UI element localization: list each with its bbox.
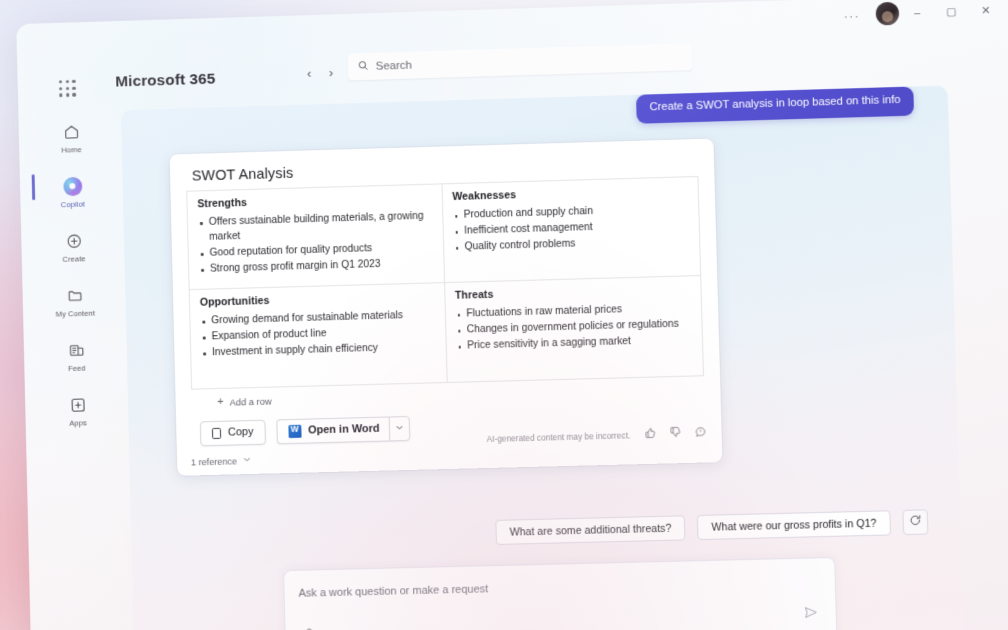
avatar[interactable]	[875, 1, 900, 26]
open-in-word-caret[interactable]	[388, 415, 410, 442]
sidebar-item-apps[interactable]: Apps	[49, 390, 107, 431]
quadrant-heading: Weaknesses	[452, 189, 517, 204]
user-message-bubble: Create a SWOT analysis in loop based on …	[636, 86, 915, 124]
sidebar-item-my-content[interactable]: My Content	[46, 281, 104, 322]
nav-back-button[interactable]: ‹	[299, 63, 319, 83]
window-more-button[interactable]: ···	[840, 6, 863, 25]
sidebar-item-label: Copilot	[60, 199, 85, 210]
refresh-icon	[909, 513, 923, 531]
create-plus-circle-icon	[63, 229, 85, 251]
quadrant-list: Fluctuations in raw material prices Chan…	[455, 301, 693, 354]
quadrant-list: Growing demand for sustainable materials…	[200, 308, 436, 361]
feedback-controls	[644, 424, 707, 444]
thumbs-down-icon[interactable]	[669, 425, 682, 443]
sidebar-item-copilot[interactable]: Copilot	[43, 171, 101, 212]
word-app-icon	[288, 424, 302, 439]
app-launcher-icon[interactable]	[57, 78, 79, 100]
quadrant-list: Production and supply chain Inefficient …	[453, 202, 691, 255]
chat-panel: Create a SWOT analysis in loop based on …	[120, 85, 964, 630]
swot-cell-strengths[interactable]: Strengths Offers sustainable building ma…	[186, 183, 445, 290]
message-composer[interactable]: Ask a work question or make a request	[283, 556, 838, 630]
sidebar-item-label: Apps	[69, 418, 87, 428]
feedback-exclamation-icon[interactable]	[694, 424, 707, 442]
sidebar-item-feed[interactable]: Feed	[47, 335, 105, 376]
sidebar-item-label: Home	[61, 145, 82, 155]
reference-toggle[interactable]: 1 reference	[191, 455, 252, 468]
copy-icon	[211, 427, 222, 439]
paperclip-icon[interactable]	[296, 625, 314, 630]
ai-disclaimer: AI-generated content may be incorrect.	[486, 430, 631, 444]
folder-icon	[64, 284, 86, 306]
list-item: Offers sustainable building materials, a…	[198, 210, 434, 246]
plus-icon: +	[217, 395, 224, 408]
app-window: ··· ‒ ▢ ✕ Microsoft 365 ‹ › Search Home …	[16, 0, 1008, 630]
search-icon	[358, 59, 369, 73]
copilot-response-card: SWOT Analysis Strengths Offers sustainab…	[169, 138, 723, 476]
reference-label: 1 reference	[190, 455, 238, 467]
sidebar-item-label: My Content	[55, 308, 96, 319]
copy-button[interactable]: Copy	[199, 419, 266, 447]
chevron-down-icon	[394, 423, 403, 434]
swot-cell-opportunities[interactable]: Opportunities Growing demand for sustain…	[189, 282, 447, 390]
refresh-suggestions-button[interactable]	[902, 509, 929, 536]
home-icon	[60, 120, 82, 142]
add-row-label: Add a row	[229, 395, 272, 408]
window-plane: ··· ‒ ▢ ✕ Microsoft 365 ‹ › Search Home …	[10, 0, 1008, 630]
sidebar-item-label: Create	[62, 254, 86, 264]
chevron-down-icon	[243, 455, 252, 466]
suggestion-chip-2[interactable]: What were our gross profits in Q1?	[697, 510, 892, 541]
feed-icon	[65, 339, 87, 361]
composer-placeholder: Ask a work question or make a request	[298, 583, 489, 600]
quadrant-heading: Threats	[454, 288, 494, 302]
sidebar: Home Copilot Create My Content Feed Apps	[40, 103, 114, 622]
send-icon[interactable]	[801, 603, 820, 622]
suggestion-chip-1[interactable]: What are some additional threats?	[495, 515, 686, 545]
swot-table: Strengths Offers sustainable building ma…	[186, 176, 704, 390]
quadrant-heading: Opportunities	[199, 294, 270, 309]
table-row: Strengths Offers sustainable building ma…	[186, 176, 701, 290]
minimize-button[interactable]: ‒	[901, 0, 934, 27]
open-in-word-label: Open in Word	[307, 423, 380, 437]
sidebar-item-create[interactable]: Create	[45, 226, 103, 267]
add-row-button[interactable]: + Add a row	[217, 384, 704, 408]
sidebar-item-home[interactable]: Home	[42, 117, 100, 158]
copilot-icon	[61, 175, 83, 197]
swot-cell-threats[interactable]: Threats Fluctuations in raw material pri…	[444, 275, 704, 383]
apps-plus-square-icon	[66, 393, 88, 415]
sidebar-item-label: Feed	[67, 363, 86, 374]
copy-button-label: Copy	[227, 426, 254, 440]
search-placeholder: Search	[375, 59, 413, 73]
table-row: Opportunities Growing demand for sustain…	[189, 275, 704, 390]
quadrant-list: Offers sustainable building materials, a…	[198, 210, 435, 278]
brand-title: Microsoft 365	[115, 70, 216, 91]
swot-cell-weaknesses[interactable]: Weaknesses Production and supply chain I…	[441, 176, 701, 283]
thumbs-up-icon[interactable]	[644, 426, 657, 444]
search-input[interactable]: Search	[347, 43, 693, 81]
open-in-word-button[interactable]: Open in Word	[275, 416, 389, 445]
quadrant-heading: Strengths	[197, 196, 248, 211]
suggestion-chips: What are some additional threats? What w…	[495, 509, 929, 545]
open-in-word-group: Open in Word	[275, 415, 410, 445]
nav-forward-button[interactable]: ›	[321, 62, 341, 82]
